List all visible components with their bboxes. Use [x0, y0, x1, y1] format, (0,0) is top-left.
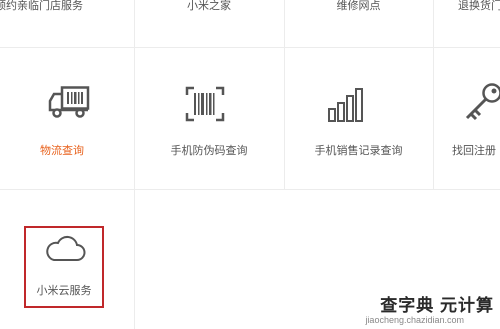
service-label: 预约亲临门店服务 — [0, 0, 83, 12]
service-mi-home[interactable]: 小米之家 — [134, 0, 284, 47]
service-find-registration[interactable]: 找回注册 — [433, 48, 500, 189]
service-label: 小米之家 — [187, 0, 231, 12]
service-repair-points[interactable]: 维修网点 — [284, 0, 433, 47]
service-appointment[interactable]: 预约亲临门店服务 — [0, 0, 134, 47]
service-label: 维修网点 — [336, 0, 381, 12]
key-icon — [461, 82, 500, 126]
service-label: 找回注册 — [452, 145, 496, 157]
watermark: 查字典 元计算 jiaocheng.chazidian.com — [344, 291, 494, 325]
highlight-box — [24, 226, 104, 308]
service-label: 物流查询 — [40, 145, 84, 157]
column-divider — [134, 190, 135, 329]
bar-chart-icon — [327, 87, 363, 123]
service-anti-counterfeit[interactable]: 手机防伪码查询 — [134, 48, 284, 189]
service-label: 手机防伪码查询 — [170, 145, 248, 157]
truck-icon — [48, 86, 90, 118]
row-divider — [0, 189, 500, 190]
service-sales-record[interactable]: 手机销售记录查询 — [284, 48, 433, 189]
watermark-url: jiaocheng.chazidian.com — [365, 315, 464, 325]
service-label: 手机销售记录查询 — [314, 145, 403, 157]
barcode-scan-icon — [185, 86, 225, 122]
watermark-title: 查字典 元计算 — [380, 296, 494, 315]
service-logistics[interactable]: 物流查询 — [0, 48, 134, 189]
service-return-store[interactable]: 退换货门店 — [433, 0, 500, 47]
service-label: 退换货门店 — [458, 0, 500, 12]
service-grid: 预约亲临门店服务 小米之家 维修网点 退换货门店 物流查询 — [0, 0, 500, 329]
